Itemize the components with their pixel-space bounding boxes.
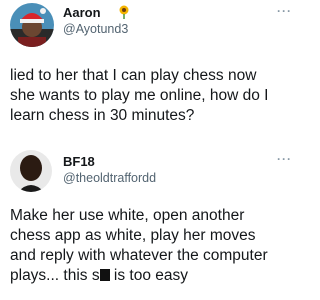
tweet-line: Make her use white, open another [10,207,245,224]
tweet-line-part: is too easy [109,267,188,284]
tweet-line: and reply with whatever the computer [10,247,268,264]
tweet-line: chess app as white, play her moves [10,227,256,244]
sunflower-icon [117,5,131,19]
tweet-line-last: plays... this s is too easy [10,266,296,286]
tweet-text: Make her use white, open another chess a… [10,206,296,286]
avatar-aaron[interactable] [10,3,54,47]
avatar-bf18[interactable] [10,150,52,192]
author-handle[interactable]: @Ayotund3 [63,22,128,36]
tweet-line: lied to her that I can play chess now [10,67,257,84]
redaction-bar [99,269,110,281]
author-name[interactable]: BF18 [63,154,95,169]
more-options-icon[interactable]: ··· [277,152,292,166]
tweet-bf18: BF18 @theoldtraffordd ··· Make her use w… [0,150,300,300]
author-name[interactable]: Aaron [63,5,101,20]
author-handle[interactable]: @theoldtraffordd [63,171,156,185]
tweet-line: she wants to play me online, how do I [10,87,269,104]
tweet-line-part: plays... this s [10,267,100,284]
tweet-aaron: Aaron @Ayotund3 ··· lied to her that I c… [0,0,300,150]
tweet-text: lied to her that I can play chess now sh… [10,66,296,126]
tweet-line: learn chess in 30 minutes? [10,107,195,124]
more-options-icon[interactable]: ··· [277,4,292,18]
